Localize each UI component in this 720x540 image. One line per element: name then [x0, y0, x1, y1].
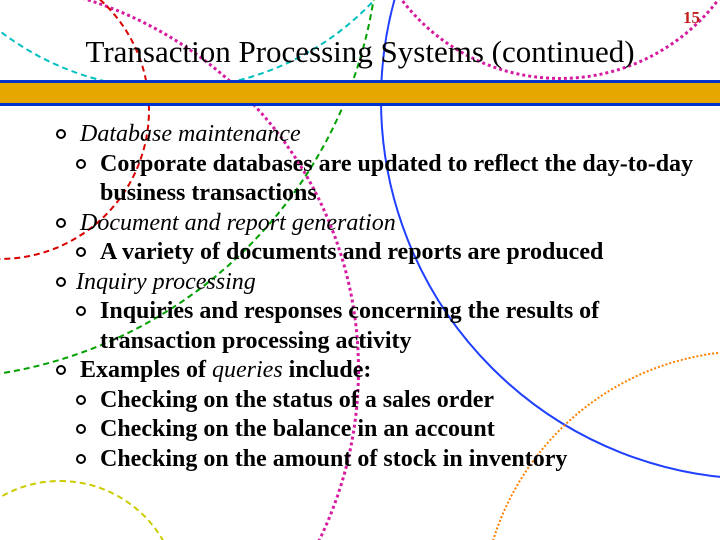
slide-number: 15	[683, 8, 700, 28]
bullet-level-1: Inquiry processing	[56, 268, 694, 298]
bullet-level-2: A variety of documents and reports are p…	[76, 238, 694, 268]
bullet-level-2: Checking on the status of a sales order	[76, 386, 694, 416]
slide: 15 Transaction Processing Systems (conti…	[0, 0, 720, 540]
slide-header: Transaction Processing Systems (continue…	[0, 0, 720, 106]
bullet-level-2: Checking on the balance in an account	[76, 415, 694, 445]
bullet-level-2: Corporate databases are updated to refle…	[76, 150, 694, 209]
bullet-level-1: Document and report generation	[56, 209, 694, 239]
bullet-level-2: Checking on the amount of stock in inven…	[76, 445, 694, 475]
bullet-level-1: Examples of queries include:	[56, 356, 694, 386]
bullet-level-1: Database maintenance	[56, 120, 694, 150]
title-separator-bar	[0, 80, 720, 106]
slide-title: Transaction Processing Systems (continue…	[0, 34, 720, 76]
bullet-level-2: Inquiries and responses concerning the r…	[76, 297, 694, 356]
slide-body: Database maintenanceCorporate databases …	[0, 106, 720, 474]
decorative-arc	[0, 480, 180, 540]
